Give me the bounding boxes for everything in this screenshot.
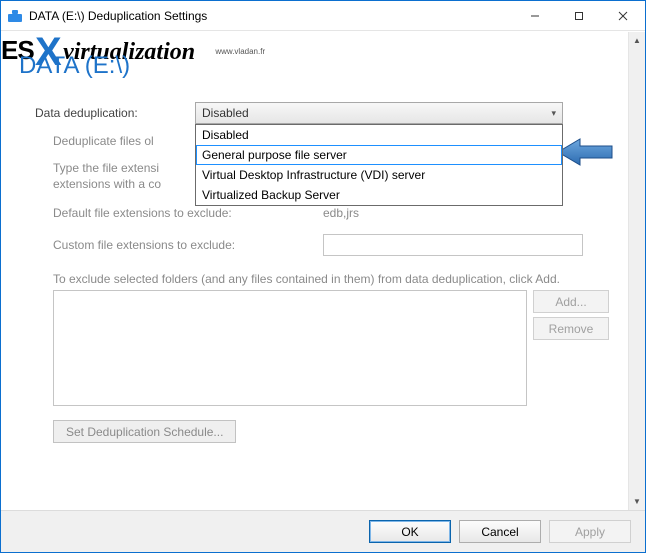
default-ext-row: Default file extensions to exclude: edb,… — [53, 206, 609, 220]
remove-button[interactable]: Remove — [533, 317, 609, 340]
default-ext-label: Default file extensions to exclude: — [53, 206, 323, 220]
dialog-footer: OK Cancel Apply — [1, 510, 645, 552]
page-title: DATA (E:\) — [19, 52, 609, 80]
dedup-option-vdi[interactable]: Virtual Desktop Infrastructure (VDI) ser… — [196, 165, 562, 185]
vertical-scrollbar[interactable]: ▲ ▼ — [628, 32, 645, 510]
chevron-down-icon: ▾ — [551, 108, 556, 119]
dedup-option-disabled[interactable]: Disabled — [196, 125, 562, 145]
scroll-up-icon[interactable]: ▲ — [629, 32, 645, 49]
dedup-option-backup[interactable]: Virtualized Backup Server — [196, 185, 562, 205]
exclude-note: To exclude selected folders (and any fil… — [53, 272, 609, 286]
add-button[interactable]: Add... — [533, 290, 609, 313]
dedup-dropdown[interactable]: Disabled ▾ Disabled General purpose file… — [195, 102, 563, 124]
custom-ext-label: Custom file extensions to exclude: — [53, 238, 323, 252]
scroll-down-icon[interactable]: ▼ — [629, 493, 645, 510]
titlebar: DATA (E:\) Deduplication Settings — [1, 1, 645, 31]
custom-ext-input[interactable] — [323, 234, 583, 256]
window-title: DATA (E:\) Deduplication Settings — [29, 9, 207, 23]
dedup-option-general[interactable]: General purpose file server — [196, 145, 562, 165]
default-ext-value: edb,jrs — [323, 206, 359, 220]
content-area: DATA (E:\) Data deduplication: Disabled … — [1, 32, 627, 510]
apply-button[interactable]: Apply — [549, 520, 631, 543]
dedup-label: Data deduplication: — [35, 106, 195, 120]
dedup-dropdown-button[interactable]: Disabled ▾ — [195, 102, 563, 124]
cancel-button[interactable]: Cancel — [459, 520, 541, 543]
close-button[interactable] — [601, 1, 645, 30]
custom-ext-row: Custom file extensions to exclude: — [53, 234, 609, 256]
dedup-dropdown-list: Disabled General purpose file server Vir… — [195, 124, 563, 206]
dedup-row: Data deduplication: Disabled ▾ Disabled … — [35, 102, 609, 124]
dedup-dropdown-selected: Disabled — [202, 106, 249, 120]
maximize-button[interactable] — [557, 1, 601, 30]
exclude-folders-list[interactable] — [53, 290, 527, 406]
app-icon — [7, 8, 23, 24]
exclude-area: Add... Remove — [53, 290, 609, 406]
set-schedule-button[interactable]: Set Deduplication Schedule... — [53, 420, 236, 443]
minimize-button[interactable] — [513, 1, 557, 30]
window-controls — [513, 1, 645, 30]
ok-button[interactable]: OK — [369, 520, 451, 543]
